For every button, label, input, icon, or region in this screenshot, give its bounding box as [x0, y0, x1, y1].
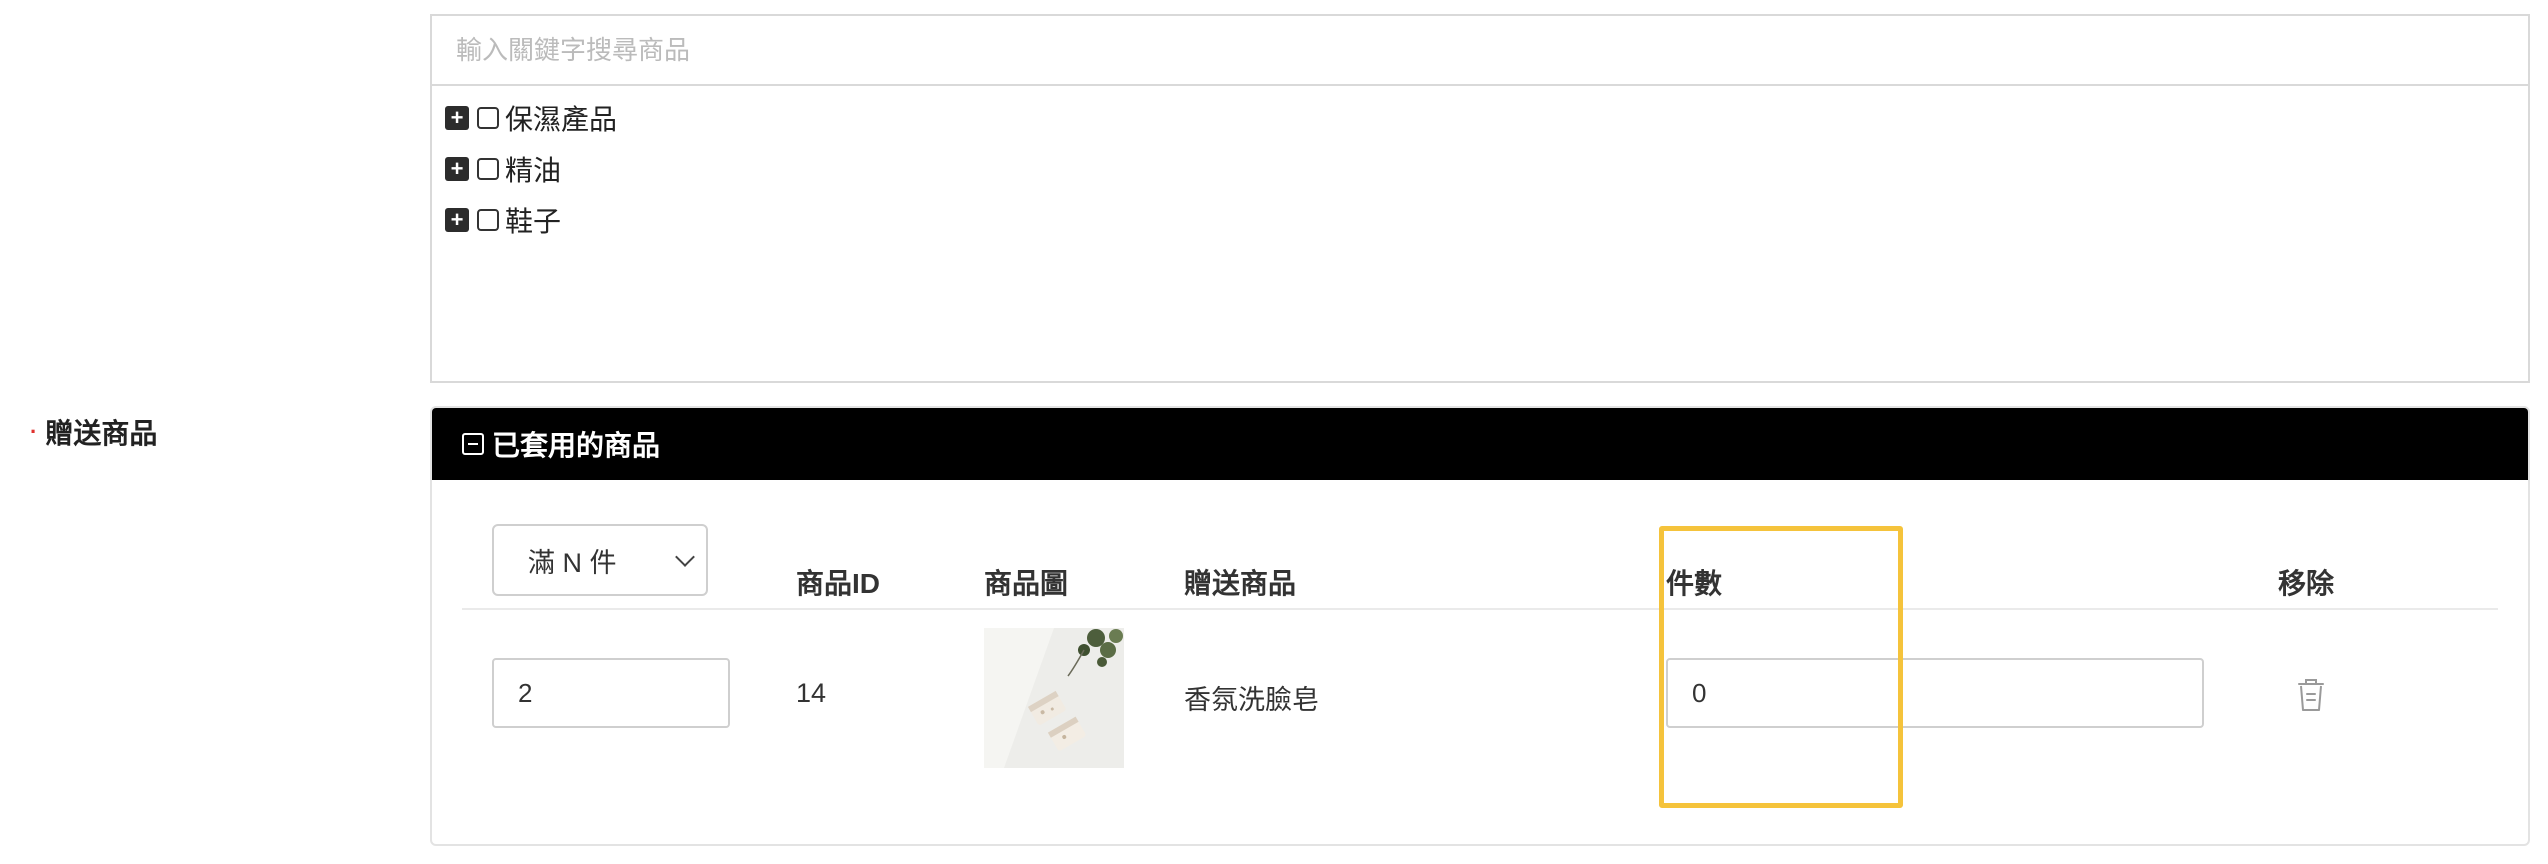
applied-products-panel: 已套用的商品 滿 N 件 商品ID 商品圖 贈送商品 件數 移除 14: [430, 406, 2530, 846]
condition-select-value: 滿 N 件: [528, 547, 617, 578]
minus-square-icon[interactable]: [462, 433, 484, 455]
field-label-text: 贈送商品: [45, 418, 158, 449]
tree-item-moisturizing: + 保濕產品: [445, 92, 2528, 143]
product-tree-panel: + 保濕產品 + 精油 + 鞋子: [430, 14, 2530, 383]
table-row: 14: [462, 610, 2498, 780]
tree-checkbox[interactable]: [477, 106, 499, 129]
column-header-quantity: 件數: [1666, 568, 1723, 599]
tree-item-label[interactable]: 精油: [505, 149, 561, 189]
applied-products-title: 已套用的商品: [492, 430, 661, 461]
plus-square-icon[interactable]: +: [445, 156, 469, 181]
gift-product-name-cell: 香氛洗臉皂: [1184, 685, 1319, 715]
threshold-quantity-input[interactable]: [492, 658, 730, 728]
page: + 保濕產品 + 精油 + 鞋子 · 贈送商品 已套用的商品: [0, 0, 2548, 864]
gift-product-field-label: · 贈送商品: [30, 412, 157, 452]
table-header-row: 滿 N 件 商品ID 商品圖 贈送商品 件數 移除: [462, 524, 2498, 610]
tree-item-shoes: + 鞋子: [445, 194, 2528, 245]
gift-quantity-input[interactable]: [1666, 658, 2204, 728]
condition-select[interactable]: 滿 N 件: [492, 524, 708, 596]
tree-checkbox[interactable]: [477, 208, 499, 231]
applied-products-header[interactable]: 已套用的商品: [432, 408, 2528, 480]
tree-checkbox[interactable]: [477, 157, 499, 180]
product-id-cell: 14: [796, 678, 827, 708]
required-indicator: ·: [30, 419, 38, 444]
column-header-product-id: 商品ID: [796, 568, 881, 599]
column-header-gift-product: 贈送商品: [1184, 568, 1297, 599]
plus-square-icon[interactable]: +: [445, 105, 469, 130]
column-header-product-image: 商品圖: [984, 568, 1069, 599]
tree-item-label[interactable]: 鞋子: [505, 200, 561, 240]
column-header-remove: 移除: [2278, 568, 2335, 599]
product-search-input[interactable]: [432, 16, 2528, 86]
product-image: [984, 628, 1124, 768]
tree-item-label[interactable]: 保濕產品: [505, 98, 617, 138]
category-tree: + 保濕產品 + 精油 + 鞋子: [432, 86, 2528, 245]
chevron-down-icon: [675, 547, 695, 567]
tree-item-essential-oil: + 精油: [445, 143, 2528, 194]
plus-square-icon[interactable]: +: [445, 207, 469, 232]
trash-icon[interactable]: [2294, 674, 2328, 714]
